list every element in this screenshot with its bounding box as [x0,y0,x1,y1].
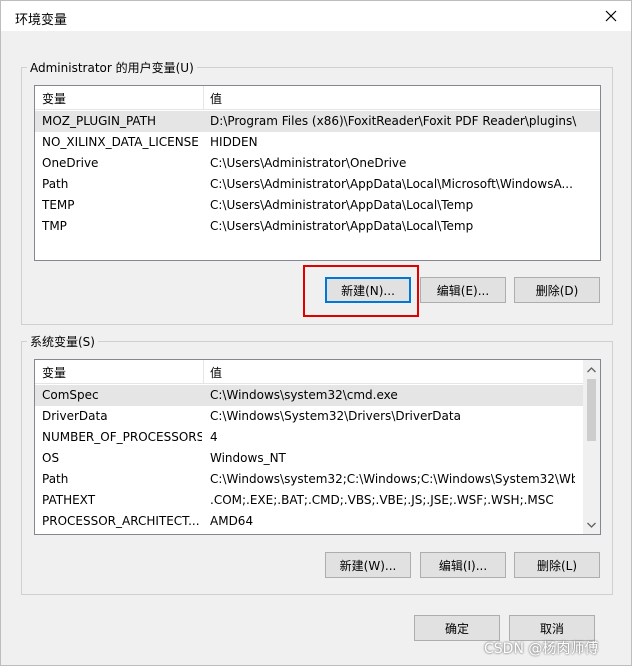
variable-value: HIDDEN [210,135,258,149]
system-delete-button[interactable]: 删除(L) [514,552,600,578]
variable-value: D:\Program Files (x86)\FoxitReader\Foxit… [210,114,577,128]
variable-value: C:\Windows\System32\Drivers\DriverData [210,409,461,423]
table-row[interactable]: PROCESSOR_ARCHITECT... AMD64 [35,511,583,532]
column-header-value[interactable]: 值 [210,90,222,107]
variable-name: TEMP [42,198,75,212]
window-title: 环境变量 [15,13,68,28]
close-icon [605,10,617,22]
variable-name: DriverData [42,409,108,423]
list-header: 变量 值 [35,86,600,110]
column-header-variable[interactable]: 变量 [42,90,66,107]
variable-value: C:\Users\Administrator\AppData\Local\Tem… [210,219,474,233]
system-edit-button[interactable]: 编辑(I)... [420,552,506,578]
column-header-value[interactable]: 值 [210,364,222,381]
vertical-scrollbar[interactable] [583,360,600,534]
variable-name: Path [42,177,69,191]
variable-value: C:\Windows\system32;C:\Windows;C:\Window… [210,472,575,486]
table-row[interactable]: Path C:\Users\Administrator\AppData\Loca… [35,174,600,195]
table-row[interactable]: OS Windows_NT [35,448,583,469]
environment-variables-dialog: 环境变量 Administrator 的用户变量(U) 变量 值 MOZ_PLU… [0,0,632,666]
close-button[interactable] [591,1,631,31]
variable-name: PATHEXT [42,493,96,507]
variable-value: AMD64 [210,514,254,528]
title-bar[interactable]: 环境变量 [1,1,631,31]
column-separator[interactable] [203,86,204,109]
variable-name: OS [42,451,60,465]
user-new-button[interactable]: 新建(N)... [325,277,411,303]
variable-value: .COM;.EXE;.BAT;.CMD;.VBS;.VBE;.JS;.JSE;.… [210,493,554,507]
watermark: CSDN @杨肉师傅 [484,641,599,657]
scroll-up-arrow[interactable] [583,361,600,378]
variable-value: Windows_NT [210,451,286,465]
variable-value: 4 [210,430,218,444]
variable-name: ComSpec [42,388,99,402]
variable-name: MOZ_PLUGIN_PATH [42,114,157,128]
user-delete-button[interactable]: 删除(D) [514,277,600,303]
table-row[interactable]: TMP C:\Users\Administrator\AppData\Local… [35,216,600,237]
variable-name: NUMBER_OF_PROCESSORS [42,430,202,444]
variable-name: Path [42,472,69,486]
table-row[interactable]: OneDrive C:\Users\Administrator\OneDrive [35,153,600,174]
user-variables-list[interactable]: 变量 值 MOZ_PLUGIN_PATH D:\Program Files (x… [34,85,601,261]
variable-name: OneDrive [42,156,99,170]
user-variables-label: Administrator 的用户变量(U) [27,59,197,76]
scrollbar-thumb[interactable] [587,379,596,441]
table-row[interactable]: DriverData C:\Windows\System32\Drivers\D… [35,406,583,427]
table-row[interactable]: PATHEXT .COM;.EXE;.BAT;.CMD;.VBS;.VBE;.J… [35,490,583,511]
column-header-variable[interactable]: 变量 [42,364,66,381]
chevron-down-icon [587,522,596,528]
system-variables-label: 系统变量(S) [27,333,98,350]
system-variables-list[interactable]: 变量 值 ComSpec C:\Windows\system32\cmd.exe… [34,359,601,535]
variable-name: PROCESSOR_ARCHITECT... [42,514,200,528]
chevron-up-icon [587,366,596,372]
table-row[interactable]: ComSpec C:\Windows\system32\cmd.exe [35,385,583,406]
table-row[interactable]: NO_XILINX_DATA_LICENSE HIDDEN [35,132,600,153]
system-new-button[interactable]: 新建(W)... [325,552,411,578]
scroll-down-arrow[interactable] [583,516,600,533]
variable-name: TMP [42,219,67,233]
table-row[interactable]: NUMBER_OF_PROCESSORS 4 [35,427,583,448]
table-row[interactable]: Path C:\Windows\system32;C:\Windows;C:\W… [35,469,583,490]
table-row[interactable]: TEMP C:\Users\Administrator\AppData\Loca… [35,195,600,216]
variable-value: C:\Users\Administrator\AppData\Local\Mic… [210,177,573,191]
variable-value: C:\Users\Administrator\AppData\Local\Tem… [210,198,474,212]
variable-value: C:\Users\Administrator\OneDrive [210,156,407,170]
column-separator[interactable] [203,360,204,383]
list-header: 变量 值 [35,360,600,384]
variable-value: C:\Windows\system32\cmd.exe [210,388,398,402]
table-row[interactable]: MOZ_PLUGIN_PATH D:\Program Files (x86)\F… [35,111,600,132]
variable-name: NO_XILINX_DATA_LICENSE [42,135,199,149]
user-edit-button[interactable]: 编辑(E)... [420,277,506,303]
